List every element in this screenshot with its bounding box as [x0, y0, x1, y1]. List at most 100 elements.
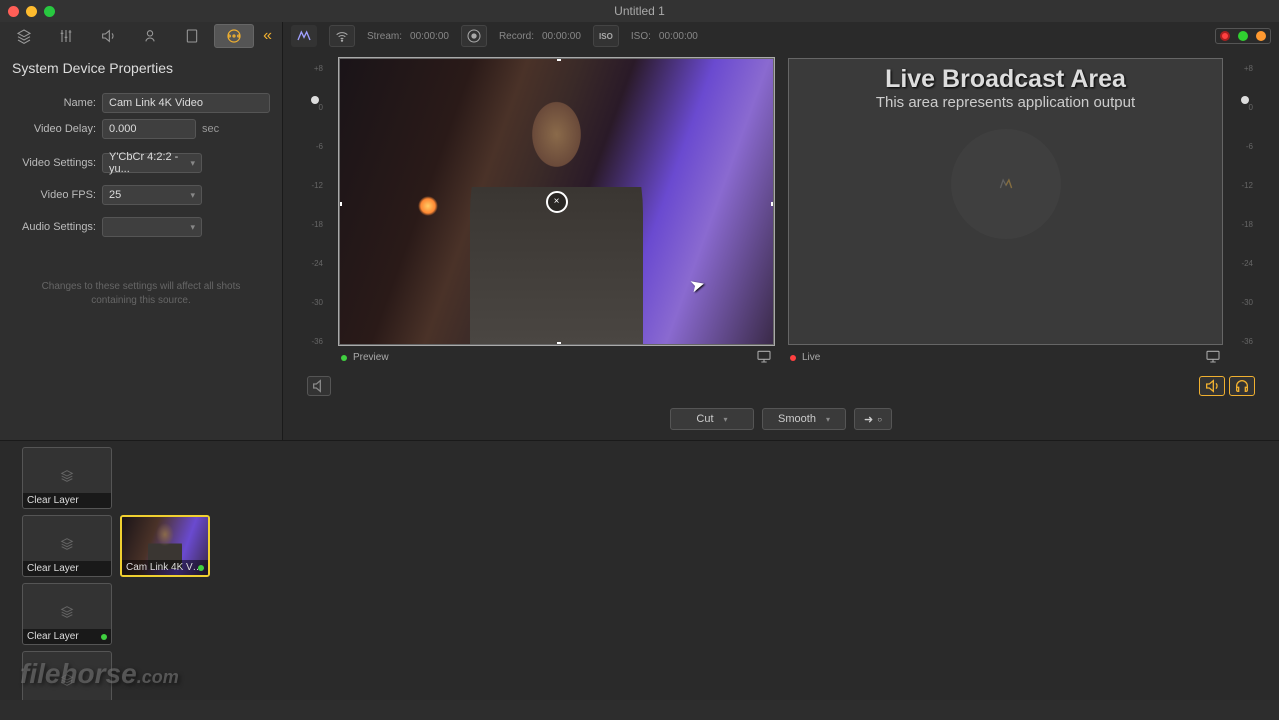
audio-meter-right: +8 0 -6 -12 -18 -24 -30 -36	[1237, 58, 1255, 370]
shot-thumb-media[interactable]: Cam Link 4K Vide	[120, 515, 210, 577]
meter-tick: -24	[311, 259, 323, 268]
layer-row: Clear Layer	[8, 447, 1271, 509]
window-title: Untitled 1	[614, 4, 665, 18]
tab-text[interactable]	[172, 24, 212, 48]
preview-mute-button[interactable]	[307, 376, 331, 396]
shot-thumb-clear[interactable]	[22, 651, 112, 700]
shot-thumb-clear[interactable]: Clear Layer	[22, 583, 112, 645]
meter-tick: -18	[311, 220, 323, 229]
meter-tick: -30	[311, 298, 323, 307]
status-indicators	[1215, 28, 1271, 44]
delay-unit: sec	[202, 123, 219, 135]
shot-label: Clear Layer	[23, 629, 111, 644]
name-label: Name:	[12, 97, 96, 109]
shot-live-indicator	[198, 565, 204, 571]
layer-drag-handle[interactable]	[8, 515, 14, 577]
fps-select[interactable]: 25	[102, 185, 202, 205]
live-title: Live Broadcast Area	[885, 65, 1126, 94]
fps-label: Video FPS:	[12, 189, 96, 201]
wifi-button[interactable]	[329, 25, 355, 47]
meter-tick: -18	[1241, 220, 1253, 229]
meter-tick: -12	[311, 181, 323, 190]
meter-tick: -6	[316, 142, 323, 151]
meter-tick: +8	[1244, 64, 1253, 73]
record-time: 00:00:00	[542, 31, 581, 42]
transition-cut-select[interactable]: Cut	[670, 408, 754, 430]
close-window-button[interactable]	[8, 6, 19, 17]
layer-row: Clear Layer Cam Link 4K Vide	[8, 515, 1271, 577]
panel-title: System Device Properties	[0, 50, 282, 90]
layer-drag-handle[interactable]	[8, 583, 14, 645]
live-monitor-icon[interactable]	[1205, 348, 1221, 367]
transition-bar: Cut Smooth ➜○	[283, 400, 1279, 440]
tab-rtmp[interactable]	[130, 24, 170, 48]
shot-thumb-clear[interactable]: Clear Layer	[22, 515, 112, 577]
meter-tick: -24	[1241, 259, 1253, 268]
record-label: Record:	[499, 31, 534, 42]
rotate-handle[interactable]: ×	[546, 191, 568, 213]
tab-levels[interactable]	[46, 24, 86, 48]
meter-tick: -30	[1241, 298, 1253, 307]
meter-tick: -12	[1241, 181, 1253, 190]
meter-tick: -6	[1246, 142, 1253, 151]
preview-monitor-icon[interactable]	[756, 348, 772, 367]
output-speaker-button[interactable]	[1199, 376, 1225, 396]
layers-icon	[59, 467, 75, 490]
maximize-window-button[interactable]	[44, 6, 55, 17]
shot-label: Clear Layer	[23, 561, 111, 576]
transition-go-button[interactable]: ➜○	[854, 408, 892, 430]
live-canvas[interactable]: Live Broadcast Area This area represents…	[788, 58, 1223, 345]
layer-drag-handle[interactable]	[8, 447, 14, 509]
meter-tick: -36	[1241, 337, 1253, 346]
live-label-text: Live	[802, 352, 820, 363]
video-settings-select[interactable]: Y'CbCr 4:2:2 - yu...	[102, 153, 202, 173]
titlebar: Untitled 1	[0, 0, 1279, 22]
preview-canvas[interactable]: × ➤	[339, 58, 774, 345]
layers-icon	[59, 671, 75, 694]
main-area: Stream: 00:00:00 Record: 00:00:00 ISO IS…	[283, 22, 1279, 440]
meter-tick: 0	[1249, 103, 1253, 112]
shot-live-indicator	[101, 634, 107, 640]
iso-time: 00:00:00	[659, 31, 698, 42]
minimize-window-button[interactable]	[26, 6, 37, 17]
tab-layers[interactable]	[4, 24, 44, 48]
meter-tick: +8	[314, 64, 323, 73]
tab-audio[interactable]	[88, 24, 128, 48]
audio-settings-select[interactable]	[102, 217, 202, 237]
shot-label: Cam Link 4K Vide	[122, 560, 208, 575]
app-logo-icon	[291, 25, 317, 47]
iso-label: ISO:	[631, 31, 651, 42]
name-input[interactable]	[102, 93, 270, 113]
layer-row	[8, 651, 1271, 700]
meter-tick: 0	[319, 103, 323, 112]
top-toolbar: Stream: 00:00:00 Record: 00:00:00 ISO IS…	[283, 22, 1279, 50]
status-dot-red	[1220, 31, 1230, 41]
video-settings-label: Video Settings:	[12, 157, 96, 169]
live-status-dot	[790, 355, 796, 361]
properties-sidebar: « System Device Properties Name: Video D…	[0, 22, 283, 440]
layers-icon	[59, 535, 75, 558]
record-button[interactable]	[461, 25, 487, 47]
delay-input[interactable]	[102, 119, 196, 139]
app-logo-large	[951, 129, 1061, 239]
output-headphone-button[interactable]	[1229, 376, 1255, 396]
tab-device-properties[interactable]	[214, 24, 254, 48]
collapse-sidebar-button[interactable]: «	[257, 27, 278, 45]
window-controls	[8, 6, 55, 17]
status-dot-green	[1238, 31, 1248, 41]
iso-button[interactable]: ISO	[593, 25, 619, 47]
layer-drag-handle[interactable]	[8, 651, 14, 700]
preview-status-dot	[341, 355, 347, 361]
transition-smooth-select[interactable]: Smooth	[762, 408, 846, 430]
audio-settings-label: Audio Settings:	[12, 221, 96, 233]
preview-monitor: × ➤ Preview	[339, 58, 774, 370]
preview-label-text: Preview	[353, 352, 389, 363]
meter-tick: -36	[311, 337, 323, 346]
shot-thumb-clear[interactable]: Clear Layer	[22, 447, 112, 509]
live-subtitle: This area represents application output	[876, 94, 1135, 111]
delay-label: Video Delay:	[12, 123, 96, 135]
stream-label: Stream:	[367, 31, 402, 42]
sidebar-tabs: «	[0, 22, 282, 50]
layer-row: Clear Layer	[8, 583, 1271, 645]
audio-meter-left: +8 0 -6 -12 -18 -24 -30 -36	[307, 58, 325, 370]
